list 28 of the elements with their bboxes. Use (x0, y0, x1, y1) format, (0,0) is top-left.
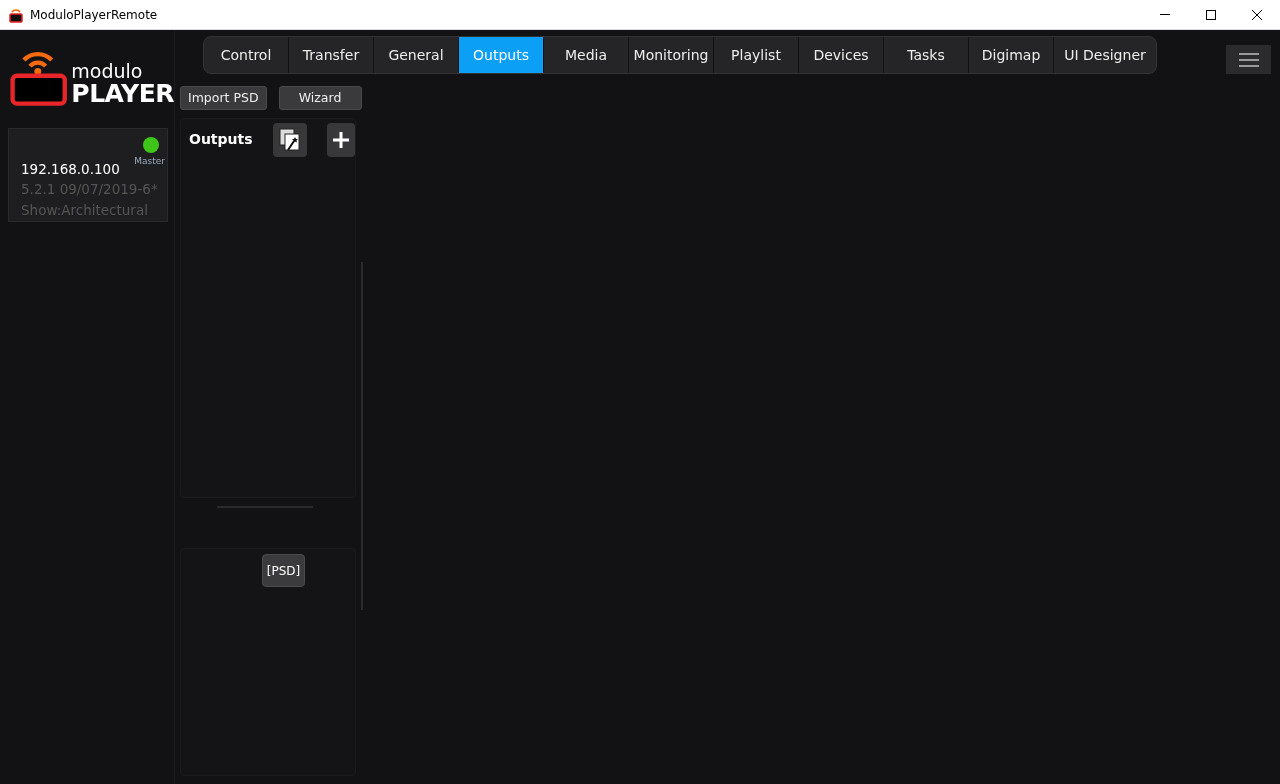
device-role: Master (134, 155, 165, 168)
app-icon (8, 6, 24, 23)
tab[interactable]: Control (204, 37, 289, 73)
tab[interactable]: Transfer (289, 37, 374, 73)
menu-button[interactable] (1226, 45, 1271, 74)
plus-icon (332, 132, 349, 148)
tab[interactable]: UI Designer (1054, 37, 1156, 73)
tab[interactable]: Devices (799, 37, 884, 73)
tab[interactable]: Tasks (884, 37, 969, 73)
menu-icon (1238, 52, 1259, 67)
import-button[interactable]: Import PSD (180, 86, 267, 110)
logo-text: PLAYER (71, 81, 174, 106)
tab[interactable]: Media (544, 37, 629, 73)
minimize-icon (1160, 14, 1170, 15)
tab[interactable]: Monitoring (629, 37, 714, 73)
maximize-icon (1206, 9, 1216, 20)
wizard-output-button[interactable] (272, 123, 307, 157)
window-title: ModuloPlayerRemote (30, 6, 158, 24)
psd-button[interactable]: [PSD] (262, 554, 305, 587)
tab[interactable]: Playlist (714, 37, 799, 73)
panel-title: Outputs (189, 130, 253, 149)
magic-wand-icon (278, 128, 301, 152)
wizard-button[interactable]: Wizard (278, 86, 362, 110)
logo-text: modulo (71, 62, 144, 81)
device-ip: 192.168.0.100 (21, 160, 120, 179)
tab[interactable]: Digimap (969, 37, 1054, 73)
close-icon (1252, 9, 1262, 20)
add-button[interactable] (326, 123, 355, 157)
